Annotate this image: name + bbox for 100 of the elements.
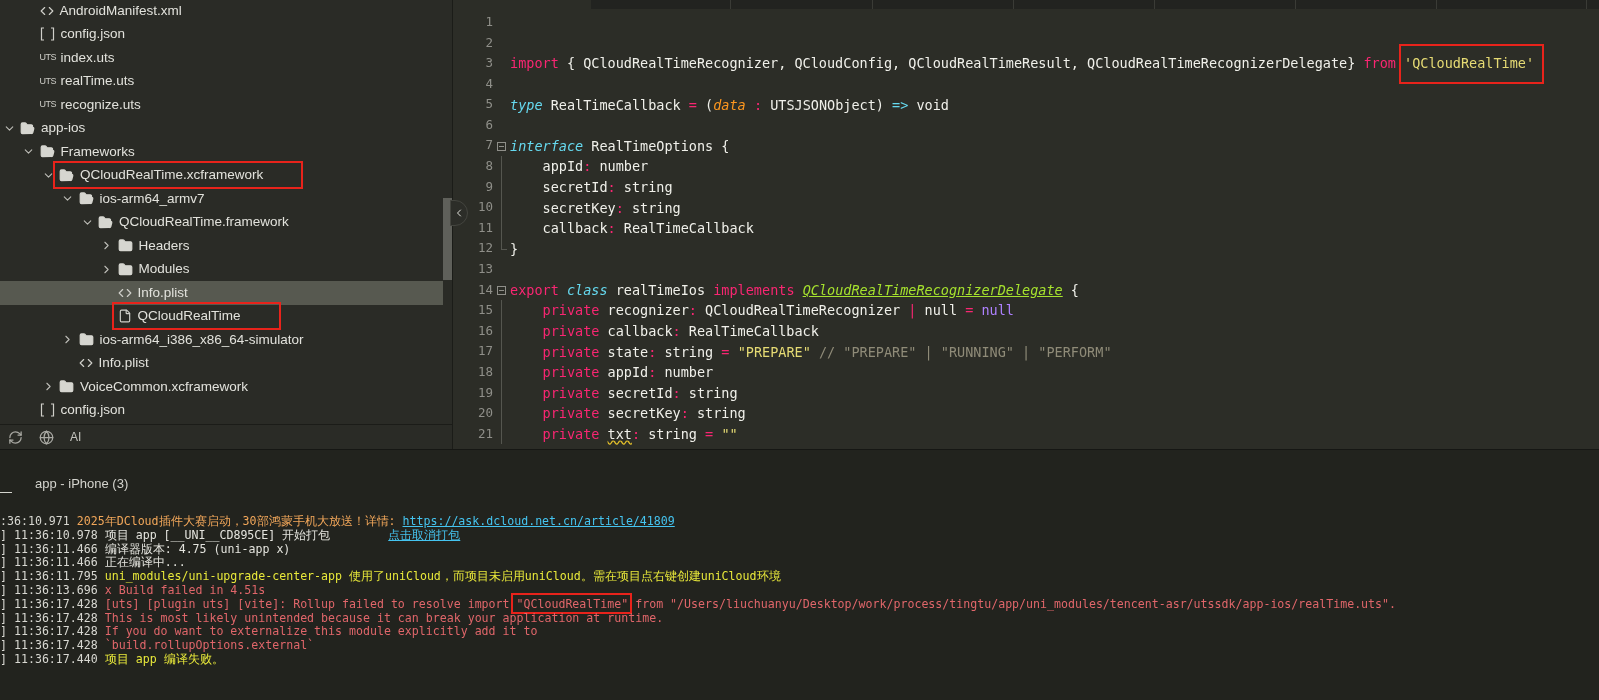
- line-number: 1: [484, 12, 493, 31]
- tree-item[interactable]: Modules: [0, 257, 443, 281]
- file-name: Headers: [138, 236, 190, 255]
- folder-icon: [117, 261, 133, 277]
- scrollbar-thumb[interactable]: [443, 198, 452, 280]
- code-line: interface RealTimeOptions {: [510, 136, 730, 156]
- tree-item[interactable]: QCloudRealTime.xcframework: [0, 163, 443, 187]
- code-line: private secretKey: string: [541, 404, 746, 424]
- code-line: import { QCloudRealTimeRecognizer, QCloudConfig, QCloudRealTimeResult, QCloudRealTimeRecognizerDelegate} from 'QCloudRealTime': [510, 53, 1535, 74]
- code-line: private recognizer: QCloudRealTimeRecognizer | null = null: [541, 301, 1014, 321]
- tree-item[interactable]: UTS realTime.uts: [0, 69, 443, 93]
- file-name: QCloudRealTime: [137, 307, 241, 326]
- line-number: 19: [476, 383, 493, 402]
- code-line: private txt: string = "": [541, 425, 738, 445]
- log-line: ] 11:36:17.428 If you do want to externalize this module explicitly add it to: [0, 625, 538, 639]
- tree-item[interactable]: Frameworks: [0, 140, 443, 164]
- line-number: 13: [476, 260, 493, 279]
- code-line: type RealTimeCallback = (data : UTSJSONObject) => void: [510, 95, 949, 115]
- line-number: 7: [484, 136, 493, 155]
- file-name: Info.plist: [98, 354, 149, 373]
- log-line: ] 11:36:11.466 正在编译中...: [0, 556, 187, 571]
- folder-icon: [39, 144, 55, 160]
- file-icon: [117, 309, 132, 324]
- line-number: 3: [484, 54, 493, 73]
- line-number: 11: [476, 218, 493, 237]
- tree-item[interactable]: AndroidManifest.xml: [0, 0, 443, 23]
- line-number: 14: [476, 280, 493, 299]
- tree-item[interactable]: ios-arm64_armv7: [0, 187, 443, 211]
- file-name: VoiceCommon.xcframework: [80, 377, 249, 396]
- file-name: config.json: [60, 25, 126, 44]
- file-name: QCloudRealTime.framework: [119, 213, 289, 232]
- line-number: 5: [484, 95, 493, 114]
- log-line: ] 11:36:17.428 [uts] [plugin uts] [vite]: Rollup failed to resolve import "QCloudRealTime" from "/Users/liuchuanyu/Desktop/work/process/tingtu/app/uni_modules/tencent-asr/utssdk/app-ios/realTime.uts".: [0, 597, 1599, 612]
- tree-item[interactable]: config.json: [0, 22, 443, 46]
- folder-icon: [78, 191, 94, 207]
- tree-item[interactable]: Info.plist: [0, 351, 443, 375]
- uts-label: UTS: [39, 51, 55, 64]
- code-line: private callback: RealTimeCallback: [541, 322, 819, 342]
- file-name: Frameworks: [60, 142, 135, 161]
- folder-icon: [59, 379, 74, 395]
- globe-icon[interactable]: [39, 429, 54, 445]
- file-name: config.json: [60, 401, 126, 420]
- file-name: index.uts: [60, 48, 115, 67]
- line-number: 8: [484, 157, 493, 176]
- line-number: 15: [476, 301, 493, 320]
- tree-item[interactable]: Headers: [0, 234, 443, 258]
- brackets-icon: [39, 403, 55, 418]
- uts-label: UTS: [39, 74, 55, 88]
- tree-item[interactable]: ios-arm64_i386_x86_64-simulator: [0, 328, 443, 352]
- log-line: ] 11:36:17.428 `build.rollupOptions.external`: [0, 639, 316, 653]
- line-number: 16: [476, 321, 493, 340]
- tree-item[interactable]: VoiceCommon.xcframework: [0, 375, 443, 399]
- tree-item[interactable]: config.json: [0, 398, 443, 422]
- file-name: recognize.uts: [60, 95, 141, 114]
- line-number: 2: [484, 33, 493, 52]
- line-number: 6: [484, 115, 493, 134]
- line-number: 20: [476, 404, 493, 423]
- log-line: ] 11:36:13.696 x Build failed in 4.51s: [0, 584, 267, 598]
- folder-icon: [117, 238, 133, 254]
- tree-item[interactable]: QCloudRealTime: [0, 304, 443, 328]
- brackets-icon: [39, 27, 55, 42]
- log-line: ] 11:36:11.466 编译器版本: 4.75 (uni-app x): [0, 542, 292, 556]
- tree-item[interactable]: QCloudRealTime.framework: [0, 210, 443, 234]
- log-line: ] 11:36:10.978 项目 app [__UNI__CD895CE] 开始打包 点击取消打包: [0, 528, 461, 543]
- tree-item[interactable]: UTS index.uts: [0, 46, 443, 70]
- folder-icon: [98, 214, 113, 230]
- file-name: QCloudRealTime.xcframework: [80, 166, 264, 185]
- folder-icon: [20, 120, 35, 136]
- tree-item[interactable]: app-ios: [0, 116, 443, 140]
- file-name: ios-arm64_armv7: [99, 189, 205, 208]
- code-line: private secretId: string: [541, 383, 738, 403]
- refresh-icon[interactable]: [8, 429, 23, 445]
- code-line: secretId: string: [541, 177, 673, 197]
- file-name: realTime.uts: [60, 72, 135, 91]
- code-line: private appId: number: [541, 363, 714, 383]
- log-line: :36:10.971 2025年DCloud插件大赛启动，30部鸿蒙手机大放送！详情: https://ask.dcloud.net.cn/article/41809: [0, 515, 676, 529]
- line-number: 17: [476, 342, 493, 361]
- line-number: 18: [476, 363, 493, 381]
- tree-item[interactable]: Info.plist: [0, 281, 443, 305]
- tree-item[interactable]: UTS recognize.uts: [0, 93, 443, 117]
- ai-button[interactable]: AI: [70, 428, 82, 446]
- code-line: secretKey: string: [541, 198, 681, 218]
- file-name: Info.plist: [137, 283, 188, 302]
- file-name: app-ios: [41, 119, 86, 138]
- file-name: ios-arm64_i386_x86_64-simulator: [99, 330, 304, 349]
- folder-icon: [78, 332, 94, 348]
- line-number: 10: [476, 198, 493, 217]
- code-line: private state: string = "PREPARE" // "PREPARE" | "RUNNING" | "PERFORM": [541, 342, 1112, 362]
- fold-icon[interactable]: [497, 285, 506, 295]
- line-number: 4: [484, 74, 493, 93]
- log-line: ] 11:36:11.795 uni_modules/uni-upgrade-center-app 使用了uniCloud，而项目未启用uniCloud。需在项目点右键创建uniCloud环境: [0, 570, 782, 584]
- file-name: Modules: [138, 260, 190, 279]
- line-number: 12: [476, 239, 493, 258]
- uts-label: UTS: [39, 98, 55, 111]
- fold-icon[interactable]: [497, 141, 506, 151]
- code-line: }: [510, 239, 519, 259]
- log-line: ] 11:36:17.428 This is most likely unintended because it can break your application at runtime.: [0, 611, 665, 626]
- console-title[interactable]: app - iPhone (3): [35, 473, 129, 493]
- log-line: ] 11:36:17.440 项目 app 编译失败。: [0, 652, 224, 667]
- line-number: 21: [476, 424, 493, 443]
